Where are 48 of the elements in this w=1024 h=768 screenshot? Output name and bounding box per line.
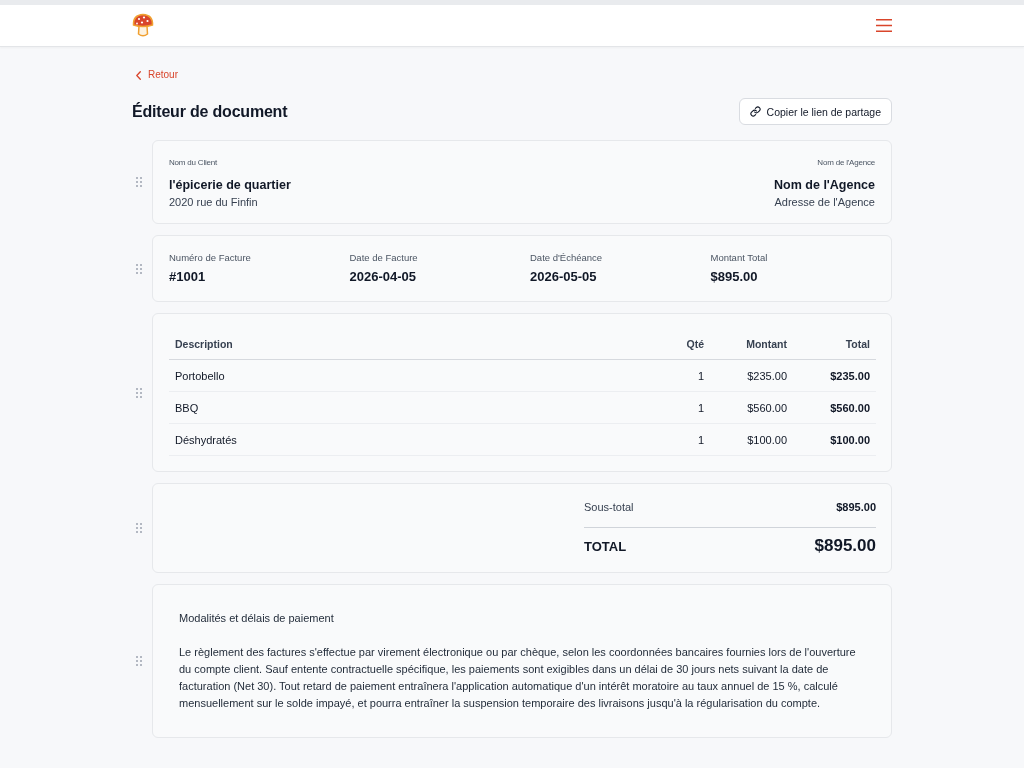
table-cell: $235.00 (793, 360, 876, 392)
drag-handle-icon[interactable] (136, 656, 142, 666)
table-cell: $100.00 (710, 424, 793, 456)
table-cell: $560.00 (793, 392, 876, 424)
party-label: Nom de l'Agence (817, 157, 875, 169)
table-header-cell: Description (169, 328, 630, 360)
table-cell: Déshydratés (169, 424, 630, 456)
table-header-cell: Total (793, 328, 876, 360)
table-cell: BBQ (169, 392, 630, 424)
table-header-cell: Qté (630, 328, 710, 360)
table-cell: $100.00 (793, 424, 876, 456)
party-name: l'épicerie de quartier (169, 177, 291, 194)
table-cell: $235.00 (710, 360, 793, 392)
chevron-left-icon (136, 70, 141, 80)
field-value: $895.00 (710, 268, 758, 285)
table-header-cell: Montant (710, 328, 793, 360)
field-label: Numéro de Facture (169, 251, 251, 264)
table-cell: $560.00 (710, 392, 793, 424)
party-name: Nom de l'Agence (774, 177, 875, 194)
field-label: Date de Facture (349, 251, 418, 264)
terms-paragraph: Le règlement des factures s'effectue par virement électronique ou par chèque, selon les coordonnées bancaires fournies lors de l'ouverture du compte client. Sauf entente contractuelle spécifique, les paiements sont exigibles dans un délai de 30 jours nets suivant la date de facturation (Net 30). Tout retard de paiement entraînera l'application automatique d'un intérêt moratoire au taux annuel de 15 %, calculé mensuellement sur le solde impayé, et pourra entraîner la suspension temporaire des livraisons jusqu'à la régularisation du compte. (179, 645, 857, 711)
terms-title: Modalités et délais de paiement (179, 611, 335, 626)
party-address: Adresse de l'Agence (774, 195, 875, 210)
table-cell: 1 (630, 424, 710, 456)
page-title: Éditeur de document (132, 102, 288, 121)
subtotal-value: $895.00 (836, 501, 876, 513)
drag-handle-icon[interactable] (136, 523, 142, 533)
menu-icon[interactable] (876, 19, 892, 32)
field-label: Date d'Échéance (530, 251, 603, 264)
drag-handle-icon[interactable] (136, 177, 142, 187)
drag-handle-icon[interactable] (136, 263, 142, 274)
drag-handle-icon[interactable] (136, 387, 142, 398)
field-value: #1001 (169, 268, 206, 285)
back-link[interactable]: Retour (132, 68, 178, 82)
table-cell: Portobello (169, 360, 630, 392)
field-value: 2026-05-05 (530, 268, 597, 285)
mushroom-logo (132, 13, 154, 38)
table-cell: 1 (630, 392, 710, 424)
total-label: TOTAL (584, 538, 627, 554)
subtotal-label: Sous-total (584, 501, 634, 513)
field-value: 2026-04-05 (349, 268, 416, 285)
total-value: $895.00 (814, 536, 876, 556)
party-label: Nom du Client (169, 157, 218, 169)
copy-share-link-button[interactable]: Copier le lien de partage (738, 98, 892, 125)
link-icon (749, 106, 761, 117)
party-address: 2020 rue du Finfin (169, 195, 258, 210)
table-cell: 1 (630, 360, 710, 392)
field-label: Montant Total (710, 251, 768, 264)
